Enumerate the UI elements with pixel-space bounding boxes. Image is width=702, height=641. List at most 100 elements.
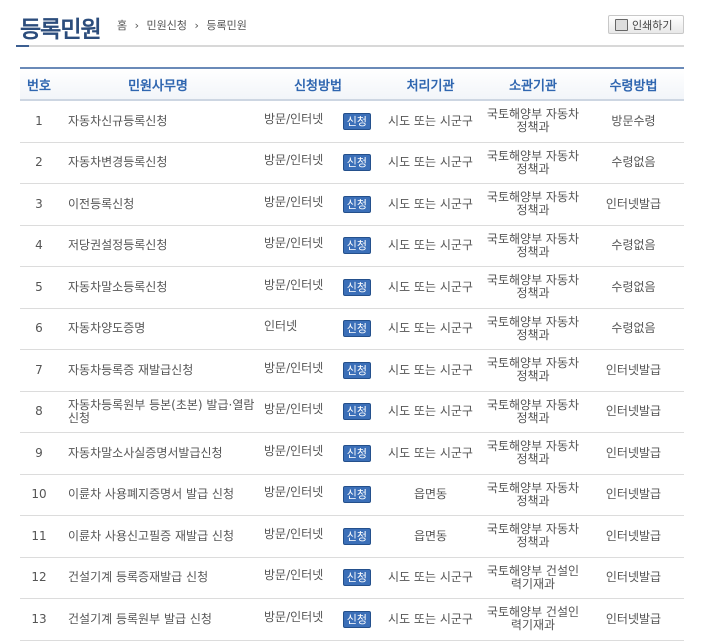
- row-method-cell: 방문/인터넷 신청: [258, 598, 378, 641]
- row-org: 국토해양부 자동차정책과: [483, 391, 583, 433]
- header-no: 번호: [20, 68, 58, 100]
- row-office: 시도 또는 시군구: [378, 598, 483, 641]
- apply-button[interactable]: 신청: [342, 527, 371, 545]
- row-method-cell: 방문/인터넷 신청: [258, 515, 378, 558]
- apply-button[interactable]: 신청: [342, 361, 371, 379]
- row-no: 11: [20, 515, 58, 558]
- row-method: 인터넷: [264, 319, 298, 334]
- table-row: 11 이륜차 사용신고필증 재발급 신청 방문/인터넷 신청 읍면동 국토해양부 …: [20, 515, 684, 558]
- header-method: 신청방법: [258, 68, 378, 100]
- row-method-cell: 방문/인터넷 신청: [258, 474, 378, 516]
- row-method: 방문/인터넷: [264, 402, 324, 417]
- row-method-cell: 인터넷 신청: [258, 308, 378, 350]
- row-receive: 인터넷발급: [583, 557, 684, 599]
- row-receive: 수령없음: [583, 266, 684, 309]
- table-row: 2 자동차변경등록신청 방문/인터넷 신청 시도 또는 시군구 국토해양부 자동차…: [20, 142, 684, 184]
- row-no: 3: [20, 183, 58, 226]
- table-row: 3 이전등록신청 방문/인터넷 신청 시도 또는 시군구 국토해양부 자동차정책과…: [20, 183, 684, 226]
- row-name: 자동차등록증 재발급신청: [58, 349, 258, 392]
- apply-button[interactable]: 신청: [342, 403, 371, 421]
- table-row: 6 자동차양도증명 인터넷 신청 시도 또는 시군구 국토해양부 자동차정책과 수…: [20, 308, 684, 350]
- table-row: 1 자동차신규등록신청 방문/인터넷 신청 시도 또는 시군구 국토해양부 자동차…: [20, 100, 684, 143]
- row-method-cell: 방문/인터넷 신청: [258, 432, 378, 475]
- row-no: 7: [20, 349, 58, 392]
- row-no: 4: [20, 225, 58, 267]
- table-row: 12 건설기계 등록증재발급 신청 방문/인터넷 신청 시도 또는 시군구 국토해…: [20, 557, 684, 599]
- row-receive: 인터넷발급: [583, 183, 684, 226]
- row-office: 시도 또는 시군구: [378, 142, 483, 184]
- table-row: 13 건설기계 등록원부 발급 신청 방문/인터넷 신청 시도 또는 시군구 국토…: [20, 598, 684, 641]
- row-method: 방문/인터넷: [264, 360, 324, 375]
- row-receive: 방문수령: [583, 100, 684, 143]
- table-row: 5 자동차말소등록신청 방문/인터넷 신청 시도 또는 시군구 국토해양부 자동차…: [20, 266, 684, 309]
- row-org: 국토해양부 자동차정책과: [483, 515, 583, 558]
- apply-button[interactable]: 신청: [342, 112, 371, 130]
- apply-button[interactable]: 신청: [342, 154, 371, 172]
- civil-affairs-table: 번호 민원사무명 신청방법 처리기관 소관기관 수령방법 1 자동차신규등록신청…: [20, 67, 684, 641]
- row-no: 12: [20, 557, 58, 599]
- row-method-cell: 방문/인터넷 신청: [258, 557, 378, 599]
- row-org: 국토해양부 자동차정책과: [483, 142, 583, 184]
- row-org: 국토해양부 자동차정책과: [483, 308, 583, 350]
- table-row: 10 이륜차 사용폐지증명서 발급 신청 방문/인터넷 신청 읍면동 국토해양부 …: [20, 474, 684, 516]
- row-method: 방문/인터넷: [264, 194, 324, 209]
- row-org: 국토해양부 건설인력기재과: [483, 557, 583, 599]
- row-office: 시도 또는 시군구: [378, 225, 483, 267]
- row-office: 시도 또는 시군구: [378, 100, 483, 143]
- row-no: 6: [20, 308, 58, 350]
- row-no: 1: [20, 100, 58, 143]
- apply-button[interactable]: 신청: [342, 278, 371, 296]
- header-receive: 수령방법: [583, 68, 684, 100]
- apply-button[interactable]: 신청: [342, 610, 371, 628]
- row-no: 10: [20, 474, 58, 516]
- row-name: 자동차말소등록신청: [58, 266, 258, 309]
- row-method-cell: 방문/인터넷 신청: [258, 142, 378, 184]
- print-label: 인쇄하기: [632, 18, 673, 32]
- row-office: 시도 또는 시군구: [378, 391, 483, 433]
- row-receive: 인터넷발급: [583, 474, 684, 516]
- row-office: 시도 또는 시군구: [378, 557, 483, 599]
- title-divider: [16, 45, 684, 47]
- breadcrumb-home[interactable]: 홈: [117, 19, 127, 32]
- row-receive: 수령없음: [583, 225, 684, 267]
- apply-button[interactable]: 신청: [342, 444, 371, 462]
- table-row: 9 자동차말소사실증명서발급신청 방문/인터넷 신청 시도 또는 시군구 국토해양…: [20, 432, 684, 475]
- row-name: 건설기계 등록증재발급 신청: [58, 557, 258, 599]
- print-button[interactable]: 인쇄하기: [608, 15, 684, 34]
- row-name: 자동차말소사실증명서발급신청: [58, 432, 258, 475]
- row-org: 국토해양부 자동차정책과: [483, 225, 583, 267]
- breadcrumb-apply[interactable]: 민원신청: [147, 19, 187, 32]
- row-name: 이륜차 사용신고필증 재발급 신청: [58, 515, 258, 558]
- table-header: 번호 민원사무명 신청방법 처리기관 소관기관 수령방법: [20, 68, 684, 100]
- row-no: 9: [20, 432, 58, 475]
- apply-button[interactable]: 신청: [342, 195, 371, 213]
- table-row: 7 자동차등록증 재발급신청 방문/인터넷 신청 시도 또는 시군구 국토해양부 …: [20, 349, 684, 392]
- printer-icon: [615, 18, 628, 31]
- apply-button[interactable]: 신청: [342, 569, 371, 587]
- row-method-cell: 방문/인터넷 신청: [258, 183, 378, 226]
- row-name: 저당권설정등록신청: [58, 225, 258, 267]
- row-office: 시도 또는 시군구: [378, 266, 483, 309]
- row-receive: 인터넷발급: [583, 515, 684, 558]
- row-method-cell: 방문/인터넷 신청: [258, 100, 378, 143]
- apply-button[interactable]: 신청: [342, 486, 371, 504]
- row-name: 건설기계 등록원부 발급 신청: [58, 598, 258, 641]
- breadcrumb-separator: ›: [194, 19, 199, 32]
- row-receive: 인터넷발급: [583, 432, 684, 475]
- apply-button[interactable]: 신청: [342, 320, 371, 338]
- table-row: 8 자동차등록원부 등본(초본) 발급·열람신청 방문/인터넷 신청 시도 또는 …: [20, 391, 684, 433]
- apply-button[interactable]: 신청: [342, 237, 371, 255]
- row-org: 국토해양부 자동차정책과: [483, 349, 583, 392]
- breadcrumb-current: 등록민원: [206, 19, 247, 32]
- row-method-cell: 방문/인터넷 신청: [258, 391, 378, 433]
- row-org: 국토해양부 자동차정책과: [483, 100, 583, 143]
- header-name: 민원사무명: [58, 68, 258, 100]
- row-no: 8: [20, 391, 58, 433]
- row-no: 5: [20, 266, 58, 309]
- row-org: 국토해양부 자동차정책과: [483, 432, 583, 475]
- row-name: 자동차등록원부 등본(초본) 발급·열람신청: [58, 391, 258, 433]
- row-method-cell: 방문/인터넷 신청: [258, 266, 378, 309]
- row-office: 시도 또는 시군구: [378, 432, 483, 475]
- breadcrumb-separator: ›: [134, 19, 140, 32]
- row-method: 방문/인터넷: [264, 111, 324, 126]
